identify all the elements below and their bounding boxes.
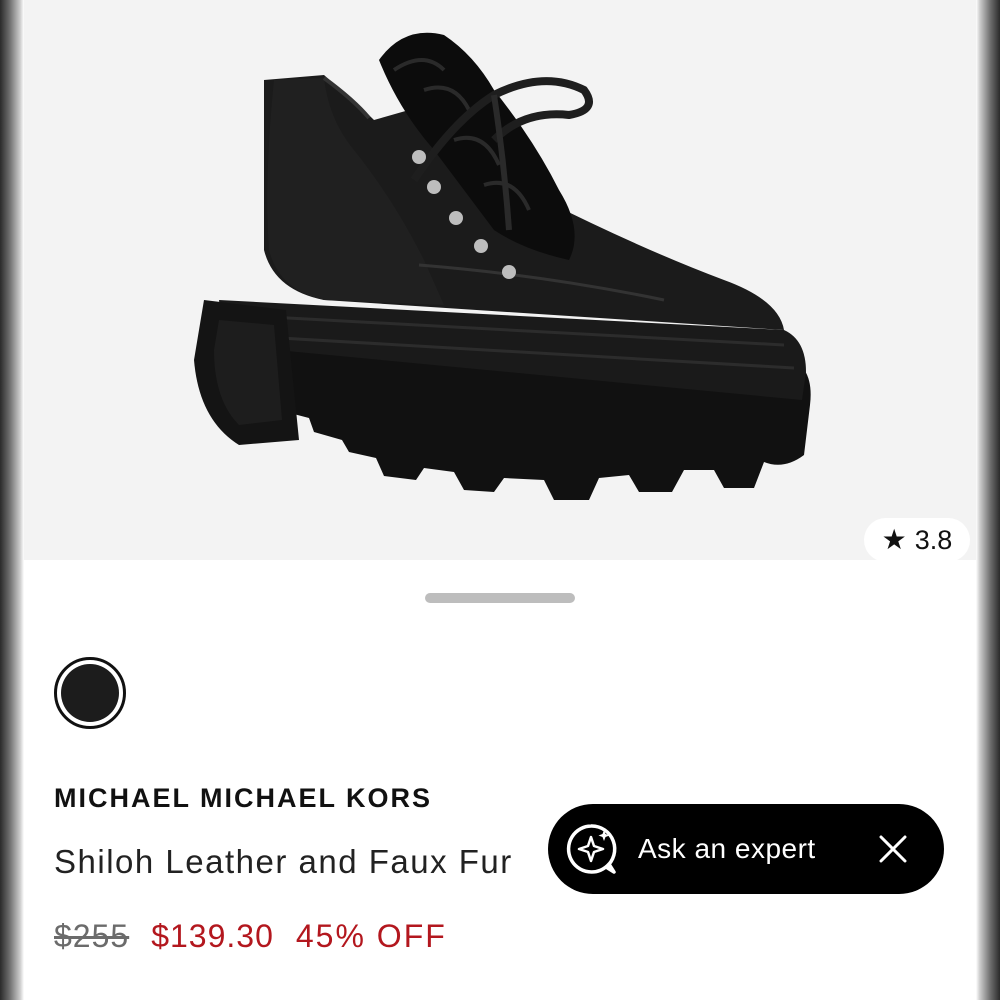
color-swatch-fill xyxy=(61,664,119,722)
sparkle-chat-icon xyxy=(562,820,620,878)
rating-badge[interactable]: ★ 3.8 xyxy=(864,518,970,560)
color-swatch-black[interactable] xyxy=(54,657,126,729)
sale-price: $139.30 xyxy=(151,918,274,954)
product-image[interactable]: ★ 3.8 xyxy=(24,0,976,560)
original-price: $255 xyxy=(54,918,130,954)
discount-label: 45% OFF xyxy=(295,918,447,954)
sheet-drag-handle[interactable] xyxy=(425,593,575,603)
right-edge-shadow xyxy=(976,0,1000,1000)
star-icon: ★ xyxy=(881,524,907,555)
price-row: $255 $139.30 45% OFF xyxy=(54,918,447,955)
close-icon[interactable] xyxy=(878,834,908,864)
ask-expert-label: Ask an expert xyxy=(638,833,816,864)
shoe-illustration xyxy=(194,32,811,500)
rating-value: 3.8 xyxy=(914,524,953,555)
brand-name: MICHAEL MICHAEL KORS xyxy=(54,783,433,813)
left-edge-shadow xyxy=(0,0,24,1000)
product-title: Shiloh Leather and Faux Fur xyxy=(54,843,513,880)
ask-expert-chip[interactable]: Ask an expert xyxy=(548,804,944,894)
